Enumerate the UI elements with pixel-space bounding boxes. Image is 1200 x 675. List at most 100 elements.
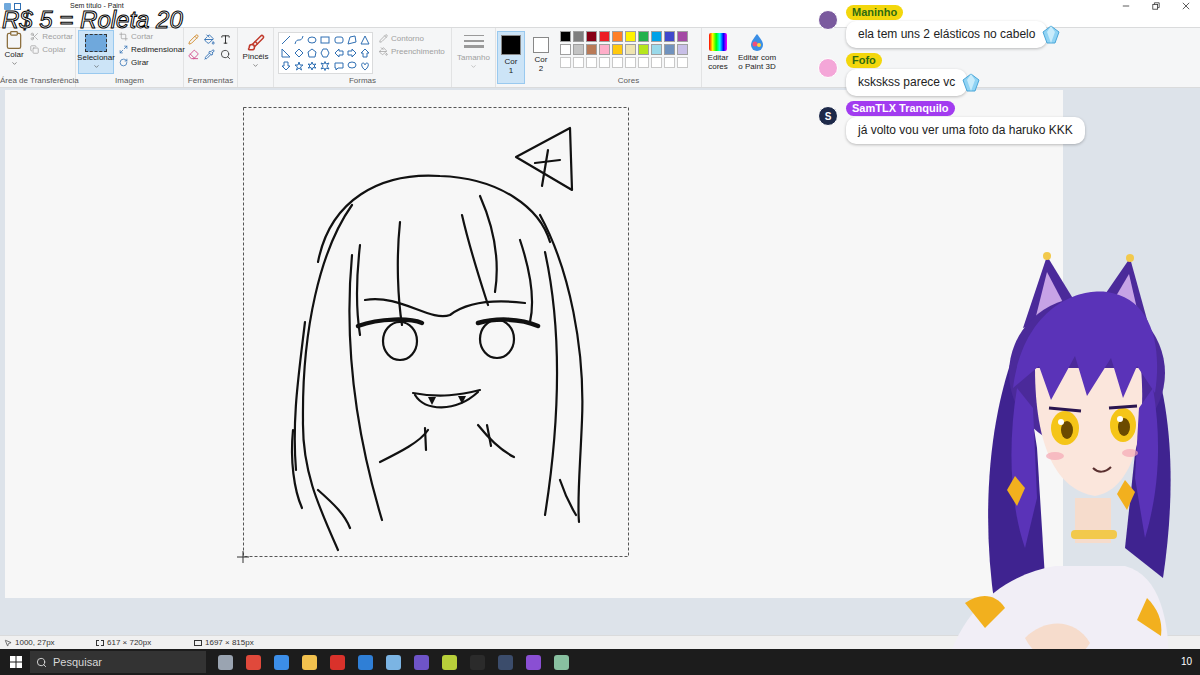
restore-icon[interactable] (1152, 2, 1160, 10)
edit-colors-button[interactable]: Editar cores (702, 28, 734, 87)
shape-icon[interactable] (281, 61, 291, 71)
magnifier-icon[interactable] (220, 49, 231, 60)
shape-icon[interactable] (307, 48, 317, 58)
folder-icon[interactable] (302, 655, 317, 670)
palette-swatch[interactable] (599, 44, 610, 55)
fill-bucket-icon[interactable] (204, 34, 215, 45)
shape-icon[interactable] (294, 35, 304, 45)
palette-swatch[interactable] (625, 31, 636, 42)
shape-icon[interactable] (360, 48, 370, 58)
app-icon[interactable] (414, 655, 429, 670)
palette-swatch[interactable] (599, 31, 610, 42)
paint-icon[interactable] (386, 655, 401, 670)
shape-icon[interactable] (281, 35, 291, 45)
outline-button[interactable]: Contorno (377, 32, 447, 45)
shape-icon[interactable] (347, 35, 357, 45)
shape-icon[interactable] (320, 35, 330, 45)
palette-swatch[interactable] (586, 44, 597, 55)
empty-swatch[interactable] (612, 57, 623, 68)
obs-icon[interactable] (330, 655, 345, 670)
empty-swatch[interactable] (651, 57, 662, 68)
close-icon[interactable] (1182, 2, 1190, 10)
empty-swatch[interactable] (599, 57, 610, 68)
dropdown-icon (252, 62, 259, 69)
rotate-button[interactable]: Girar (117, 56, 187, 69)
shape-icon[interactable] (320, 61, 330, 71)
shape-icon[interactable] (347, 61, 357, 71)
palette-swatch[interactable] (651, 44, 662, 55)
palette-swatch[interactable] (612, 31, 623, 42)
crop-icon (119, 32, 128, 41)
copy-button[interactable]: Copiar (28, 43, 75, 56)
shape-icon[interactable] (320, 48, 330, 58)
tennis-icon[interactable] (442, 655, 457, 670)
empty-swatch[interactable] (573, 57, 584, 68)
shape-icon[interactable] (334, 35, 344, 45)
chat-message: Maninhoela tem uns 2 elásticos no cabelo (818, 5, 1118, 48)
vtuber-app-icon[interactable] (526, 655, 541, 670)
select-button[interactable]: Selecionar (78, 30, 114, 74)
shape-icon[interactable] (307, 35, 317, 45)
palette-swatch[interactable] (560, 31, 571, 42)
palette-swatch[interactable] (573, 44, 584, 55)
fill-button[interactable]: Preenchimento (377, 45, 447, 58)
minimize-icon[interactable] (1122, 2, 1130, 10)
color-picker-icon[interactable] (204, 49, 215, 60)
pencil-icon[interactable] (188, 34, 199, 45)
palette-swatch[interactable] (638, 44, 649, 55)
palette-swatch[interactable] (573, 31, 584, 42)
palette-swatch[interactable] (612, 44, 623, 55)
empty-swatch[interactable] (560, 57, 571, 68)
shape-icon[interactable] (334, 61, 344, 71)
shape-icon[interactable] (307, 61, 317, 71)
color1-button[interactable]: Cor 1 (497, 31, 525, 84)
shape-icon[interactable] (281, 48, 291, 58)
selection-icon (85, 34, 107, 52)
shape-icon[interactable] (347, 48, 357, 58)
sketch-stroke (542, 150, 548, 186)
sketch-eye (480, 320, 514, 358)
palette-swatch[interactable] (625, 44, 636, 55)
palette-swatch[interactable] (664, 31, 675, 42)
search-box[interactable]: Pesquisar (30, 651, 206, 673)
text-tool-icon[interactable] (220, 34, 231, 45)
palette-swatch[interactable] (677, 31, 688, 42)
resize-button[interactable]: Redimensionar (117, 43, 187, 56)
size-button[interactable]: Tamanho (452, 28, 496, 87)
store-icon[interactable] (274, 655, 289, 670)
empty-swatch[interactable] (586, 57, 597, 68)
sketch-eye (383, 322, 417, 360)
shapes-gallery (278, 32, 373, 74)
palette-swatch[interactable] (638, 31, 649, 42)
sketch-stroke (520, 240, 532, 322)
palette-swatch[interactable] (586, 31, 597, 42)
palette-swatch[interactable] (664, 44, 675, 55)
drawing-canvas[interactable] (5, 90, 1063, 598)
paint3d-button[interactable]: Editar com o Paint 3D (734, 28, 780, 87)
chrome-icon[interactable] (246, 655, 261, 670)
shape-icon[interactable] (294, 48, 304, 58)
palette-swatch[interactable] (651, 31, 662, 42)
palette-swatch[interactable] (677, 44, 688, 55)
terminal-icon[interactable] (470, 655, 485, 670)
steam-icon[interactable] (498, 655, 513, 670)
empty-swatch[interactable] (677, 57, 688, 68)
canvas[interactable] (5, 90, 1063, 598)
shape-icon[interactable] (334, 48, 344, 58)
shape-icon[interactable] (294, 61, 304, 71)
paint-3d-icon[interactable] (554, 655, 569, 670)
windows-start-icon[interactable] (10, 656, 22, 668)
task-view-icon[interactable] (218, 655, 233, 670)
mail-icon[interactable] (358, 655, 373, 670)
palette-swatch[interactable] (560, 44, 571, 55)
empty-swatch[interactable] (625, 57, 636, 68)
eraser-icon[interactable] (188, 49, 199, 60)
color2-button[interactable]: Cor 2 (527, 31, 555, 84)
shape-icon[interactable] (360, 61, 370, 71)
paste-button[interactable]: Colar (2, 30, 26, 67)
shape-icon[interactable] (360, 35, 370, 45)
empty-swatch[interactable] (664, 57, 675, 68)
sketch-fang (428, 397, 436, 405)
empty-swatch[interactable] (638, 57, 649, 68)
brushes-button[interactable]: Pincéis (238, 28, 274, 87)
